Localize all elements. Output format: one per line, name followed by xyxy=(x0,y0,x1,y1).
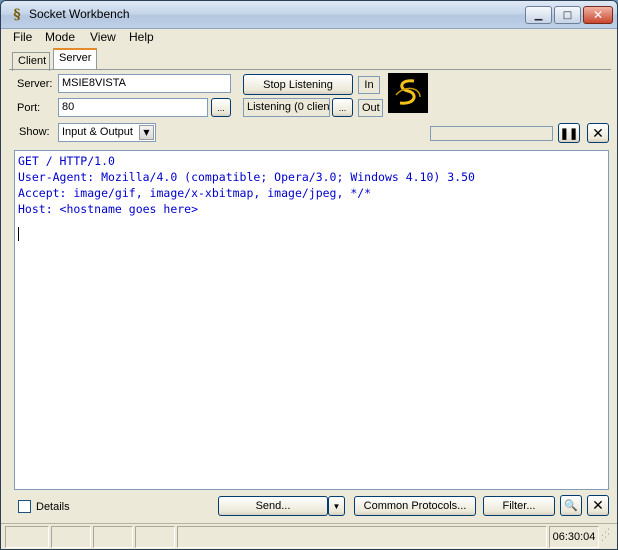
console-line: User-Agent: Mozilla/4.0 (compatible; Ope… xyxy=(18,170,475,184)
close-button[interactable]: ✕ xyxy=(583,6,613,24)
console-line: GET / HTTP/1.0 xyxy=(18,154,115,168)
logo-icon xyxy=(388,73,428,113)
resize-grip-icon[interactable]: ⋰ ⋰ xyxy=(601,529,615,545)
status-bar: 06:30:04 xyxy=(1,523,617,549)
status-time: 06:30:04 xyxy=(549,526,599,548)
show-label: Show: xyxy=(19,126,50,138)
console-line: Host: <hostname goes here> xyxy=(18,202,199,216)
status-cell xyxy=(5,526,49,548)
menu-bar: File Mode View Help xyxy=(1,29,617,47)
stop-listening-button[interactable]: Stop Listening xyxy=(243,74,353,95)
status-cell xyxy=(51,526,91,548)
status-cell xyxy=(177,526,547,548)
app-icon: § xyxy=(13,7,21,23)
details-label: Details xyxy=(36,501,70,513)
maximize-icon: □ xyxy=(562,9,573,21)
minimize-icon: ▁ xyxy=(534,9,543,21)
magnifier-icon: 🔍 xyxy=(564,500,578,512)
port-label: Port: xyxy=(17,102,41,114)
title-bar[interactable]: § Socket Workbench ▁ □ ✕ xyxy=(1,1,617,29)
maximize-button[interactable]: □ xyxy=(554,6,581,24)
status-cell xyxy=(93,526,133,548)
common-protocols-button[interactable]: Common Protocols... xyxy=(354,496,476,516)
in-indicator: In xyxy=(358,76,380,94)
clear-button[interactable]: ✕ xyxy=(587,123,609,143)
menu-file[interactable]: File xyxy=(13,30,32,44)
status-more-button[interactable]: ... xyxy=(332,98,353,117)
menu-view[interactable]: View xyxy=(90,30,116,44)
menu-mode[interactable]: Mode xyxy=(45,30,75,44)
close-x-icon: ✕ xyxy=(592,124,604,141)
text-caret xyxy=(18,227,19,241)
listening-status: Listening (0 clien xyxy=(243,98,330,117)
app-window: § Socket Workbench ▁ □ ✕ File Mode View … xyxy=(0,0,618,550)
out-indicator: Out xyxy=(358,99,383,117)
menu-help[interactable]: Help xyxy=(129,30,154,44)
progress-bar xyxy=(430,126,553,141)
pause-button[interactable]: ❚❚ xyxy=(558,123,580,143)
minimize-button[interactable]: ▁ xyxy=(525,6,552,24)
filter-button[interactable]: Filter... xyxy=(483,496,555,516)
clear-output-button[interactable]: ✕ xyxy=(587,495,609,516)
find-button[interactable]: 🔍 xyxy=(560,495,582,516)
server-input[interactable]: MSIE8VISTA xyxy=(58,74,231,93)
send-button[interactable]: Send... xyxy=(218,496,328,516)
port-input[interactable]: 80 xyxy=(58,98,208,117)
window-title: Socket Workbench xyxy=(29,7,130,21)
show-select-value: Input & Output xyxy=(62,126,133,138)
details-checkbox[interactable] xyxy=(18,500,31,513)
status-cell xyxy=(135,526,175,548)
pause-icon: ❚❚ xyxy=(559,127,579,140)
port-browse-button[interactable]: ... xyxy=(211,98,231,117)
send-dropdown-button[interactable]: ▼ xyxy=(328,496,345,516)
close-x-icon: ✕ xyxy=(592,497,604,513)
tab-server[interactable]: Server xyxy=(53,48,97,70)
close-icon: ✕ xyxy=(592,8,604,22)
console-line: Accept: image/gif, image/x-xbitmap, imag… xyxy=(18,186,372,200)
chevron-down-icon[interactable]: ▼ xyxy=(139,125,154,140)
console-output[interactable]: GET / HTTP/1.0 User-Agent: Mozilla/4.0 (… xyxy=(14,150,609,490)
chevron-down-icon: ▼ xyxy=(332,501,341,511)
server-label: Server: xyxy=(17,78,53,90)
